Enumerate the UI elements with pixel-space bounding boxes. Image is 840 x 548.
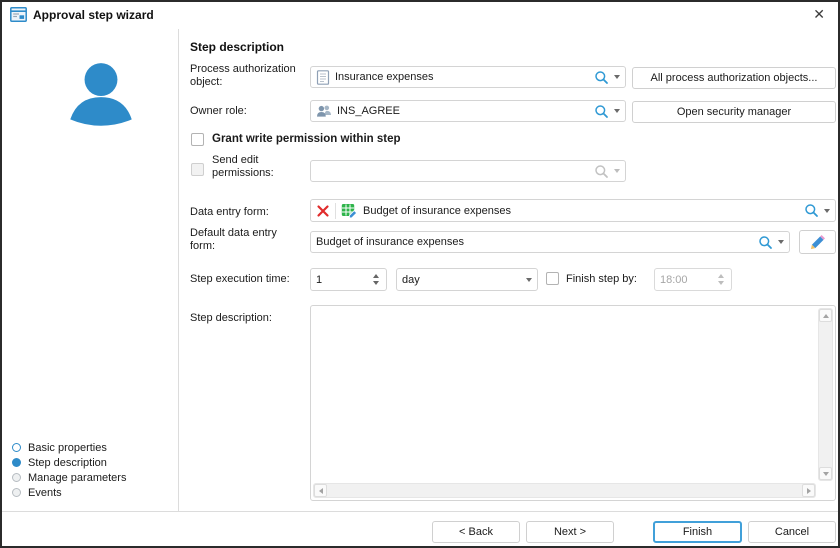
owner-role-value: INS_AGREE (337, 105, 589, 117)
grant-write-permission-checkbox[interactable] (191, 133, 204, 146)
scroll-down-icon (823, 472, 829, 476)
chevron-down-icon[interactable] (614, 75, 620, 79)
finish-time-spinner: 18:00 (654, 268, 732, 291)
scroll-right-button[interactable] (802, 484, 815, 497)
search-icon[interactable] (594, 70, 609, 85)
process-authorization-value: Insurance expenses (335, 71, 589, 83)
step-label: Events (28, 487, 62, 499)
step-description-textarea[interactable] (310, 305, 836, 501)
data-entry-form-value: Budget of insurance expenses (363, 205, 799, 217)
chevron-down-icon[interactable] (526, 278, 532, 282)
data-entry-form-input[interactable]: Budget of insurance expenses (310, 199, 836, 222)
process-authorization-input[interactable]: Insurance expenses (310, 66, 626, 88)
search-icon[interactable] (594, 104, 609, 119)
user-icon (66, 60, 136, 135)
finish-step-by-checkbox[interactable] (546, 272, 559, 285)
process-authorization-label: Process authorization object: (190, 63, 306, 89)
step-bullet-upcoming (12, 488, 21, 497)
titlebar: Approval step wizard ✕ (2, 2, 838, 28)
data-entry-form-label: Data entry form: (190, 206, 269, 219)
close-icon[interactable]: ✕ (813, 5, 825, 23)
execution-time-value: 1 (316, 274, 366, 286)
step-label: Manage parameters (28, 472, 126, 484)
finish-step-by-label: Finish step by: (566, 273, 637, 286)
page-title: Step description (190, 40, 284, 54)
scroll-up-button[interactable] (819, 309, 832, 322)
grant-write-permission-label: Grant write permission within step (212, 133, 401, 146)
wizard-step-basic-properties[interactable]: Basic properties (12, 440, 126, 455)
edit-form-button[interactable] (799, 230, 836, 254)
step-description-label: Step description: (190, 312, 272, 325)
send-edit-permissions-input (310, 160, 626, 182)
footer-divider (2, 511, 838, 512)
spinner-arrows[interactable] (371, 274, 381, 285)
search-icon-disabled (594, 164, 609, 179)
chevron-down-icon[interactable] (778, 240, 784, 244)
vertical-scrollbar[interactable] (818, 308, 833, 481)
search-icon[interactable] (804, 203, 819, 218)
step-execution-time-label: Step execution time: (190, 273, 290, 286)
document-icon (316, 70, 330, 85)
finish-time-value: 18:00 (660, 274, 711, 286)
chevron-down-icon (614, 169, 620, 173)
default-data-entry-form-value: Budget of insurance expenses (316, 236, 753, 248)
scroll-down-button[interactable] (819, 467, 832, 480)
send-edit-permissions-label: Send edit permissions: (212, 154, 302, 180)
spinner-arrows-disabled (716, 274, 726, 285)
clear-red-x-icon[interactable] (316, 204, 330, 218)
all-process-authorization-objects-button[interactable]: All process authorization objects... (632, 67, 836, 89)
step-bullet-visited (12, 443, 21, 452)
form-grid-pencil-icon (341, 203, 358, 219)
finish-button[interactable]: Finish (653, 521, 742, 543)
horizontal-scrollbar[interactable] (313, 483, 816, 498)
owner-role-input[interactable]: INS_AGREE (310, 100, 626, 122)
scroll-left-button[interactable] (314, 484, 327, 497)
time-unit-dropdown[interactable]: day (396, 268, 538, 291)
wizard-step-manage-parameters[interactable]: Manage parameters (12, 470, 126, 485)
cancel-button[interactable]: Cancel (748, 521, 836, 543)
scroll-up-icon (823, 314, 829, 318)
wizard-step-step-description[interactable]: Step description (12, 455, 126, 470)
spin-down-icon (718, 281, 724, 285)
two-people-icon (316, 104, 332, 118)
default-data-entry-form-label: Default data entry form: (190, 227, 290, 253)
wizard-step-events[interactable]: Events (12, 485, 126, 500)
spin-up-icon[interactable] (373, 274, 379, 278)
send-edit-permissions-checkbox[interactable] (191, 163, 204, 176)
step-bullet-current (12, 458, 21, 467)
search-icon[interactable] (758, 235, 773, 250)
back-button[interactable]: < Back (432, 521, 520, 543)
step-bullet-upcoming (12, 473, 21, 482)
scroll-left-icon (319, 488, 323, 494)
pencil-icon (809, 233, 827, 251)
execution-time-spinner[interactable]: 1 (310, 268, 387, 291)
sidebar-divider (178, 29, 179, 511)
step-label: Step description (28, 457, 107, 469)
scroll-right-icon (807, 488, 811, 494)
field-separator (335, 203, 336, 219)
open-security-manager-button[interactable]: Open security manager (632, 101, 836, 123)
spin-up-icon (718, 274, 724, 278)
wizard-steps: Basic properties Step description Manage… (12, 440, 126, 500)
window-title: Approval step wizard (33, 8, 154, 22)
owner-role-label: Owner role: (190, 105, 247, 118)
step-label: Basic properties (28, 442, 107, 454)
window-icon (10, 7, 27, 27)
spin-down-icon[interactable] (373, 281, 379, 285)
chevron-down-icon[interactable] (824, 209, 830, 213)
time-unit-value: day (402, 274, 521, 286)
chevron-down-icon[interactable] (614, 109, 620, 113)
default-data-entry-form-input[interactable]: Budget of insurance expenses (310, 231, 790, 253)
next-button[interactable]: Next > (526, 521, 614, 543)
approval-step-wizard-window: Approval step wizard ✕ Basic properties … (0, 0, 840, 548)
